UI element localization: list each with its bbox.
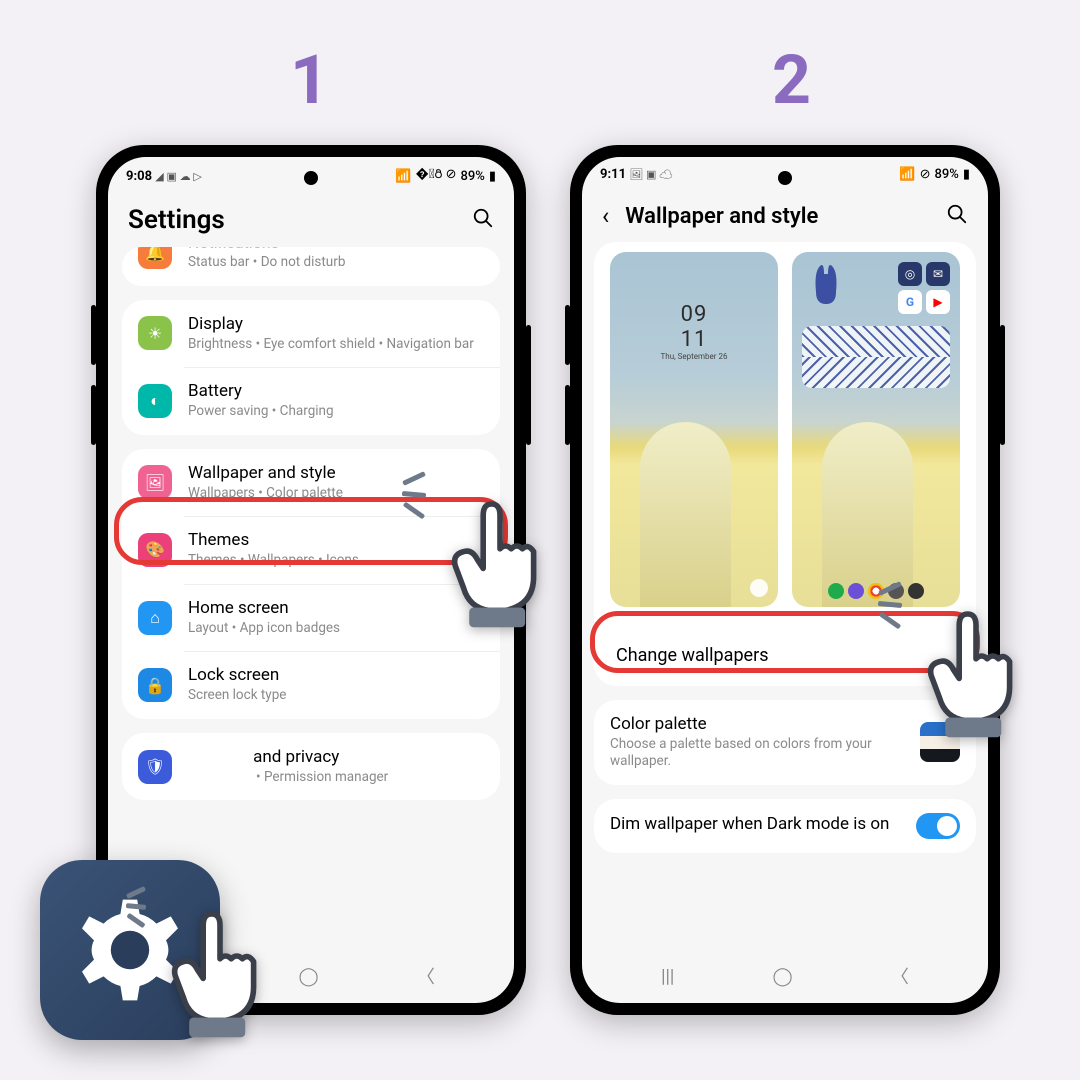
battery-icon: ▮ — [489, 169, 496, 184]
camera-notch — [304, 171, 318, 185]
preview-dock — [792, 583, 960, 599]
status-nodata-icon: ⊘ — [920, 167, 931, 182]
settings-header: Settings — [108, 189, 514, 247]
bell-icon: 🔔 — [138, 247, 172, 269]
home-icon: ⌂ — [138, 601, 172, 635]
brush-icon: 🎨 — [138, 533, 172, 567]
bunny-icon — [806, 262, 846, 306]
preview-clock: 09 11 — [610, 302, 778, 352]
camera-shortcut-icon — [750, 579, 768, 597]
lock-icon: 🔒 — [138, 668, 172, 702]
status-time: 9:08 — [126, 169, 152, 184]
page-title: Wallpaper and style — [625, 204, 934, 229]
search-icon — [472, 207, 494, 229]
item-sub: Choose a palette based on colors from yo… — [610, 736, 904, 771]
status-left-icons: ◢ ▣ ☁ ▷ — [155, 170, 202, 183]
item-title: Wallpaper and style — [188, 463, 484, 483]
step-number-2: 2 — [772, 40, 811, 120]
settings-item-battery[interactable]: ◐ Battery Power saving • Charging — [122, 367, 500, 435]
status-battery: 89% — [460, 169, 484, 184]
item-sub: Biometrics • Permission manager — [188, 769, 484, 787]
battery-icon: ▮ — [963, 167, 970, 182]
status-wifi-icon: 📶 — [899, 167, 915, 182]
tap-pointer-1 — [430, 490, 570, 634]
item-title: Change wallpapers — [616, 645, 954, 666]
dim-toggle-on[interactable] — [916, 813, 960, 839]
status-time: 9:11 — [600, 167, 626, 182]
item-sub: Brightness • Eye comfort shield • Naviga… — [188, 336, 484, 354]
search-button[interactable] — [946, 203, 968, 229]
sun-icon: ☀ — [138, 316, 172, 350]
item-title: Battery — [188, 381, 484, 401]
battery-circle-icon: ◐ — [138, 384, 172, 418]
back-button[interactable]: ‹ — [602, 202, 613, 230]
dim-wallpaper-row[interactable]: Dim wallpaper when Dark mode is on — [594, 799, 976, 853]
status-battery: 89% — [934, 167, 958, 182]
picture-icon: 🖼 — [138, 465, 172, 499]
step-number-1: 1 — [290, 40, 329, 120]
status-nodata-icon: �ారి ⊘ — [416, 167, 457, 185]
item-title: Color palette — [610, 714, 904, 734]
tap-pointer-2 — [906, 600, 1046, 744]
settings-item-security[interactable]: 🛡 Security and privacy Biometrics • Permi… — [122, 733, 500, 801]
nav-back[interactable]: 〈 — [417, 963, 435, 989]
pointing-hand-icon — [430, 490, 570, 630]
item-sub: Status bar • Do not disturb — [188, 254, 484, 272]
pointing-hand-icon — [906, 600, 1046, 740]
settings-item-notifications[interactable]: 🔔 NotificationsStatus bar • Do not distu… — [122, 247, 500, 286]
pointing-hand-icon — [150, 900, 290, 1040]
item-sub: Power saving • Charging — [188, 403, 484, 421]
camera-notch — [778, 171, 792, 185]
nav-home[interactable]: ◯ — [299, 966, 319, 987]
nav-back[interactable]: 〈 — [891, 963, 909, 989]
status-left-icons: 🖼 ▣ ☁ — [629, 168, 673, 181]
homescreen-preview[interactable]: ◎✉G▶ — [792, 252, 960, 607]
page-title: Settings — [128, 205, 460, 235]
item-title: Security and privacy — [188, 747, 484, 767]
android-nav-bar: ||| ◯ 〈 — [582, 949, 988, 1003]
phone-mockup-2: 9:11 🖼 ▣ ☁ 📶⊘89%▮ ‹ Wallpaper and style … — [570, 145, 1000, 1015]
search-icon — [946, 203, 968, 225]
nav-home[interactable]: ◯ — [773, 966, 793, 987]
item-title: Dim wallpaper when Dark mode is on — [610, 813, 900, 836]
nav-recent[interactable]: ||| — [661, 966, 674, 987]
shield-icon: 🛡 — [138, 750, 172, 784]
settings-item-display[interactable]: ☀ Display Brightness • Eye comfort shield… — [122, 300, 500, 368]
item-title: Display — [188, 314, 484, 334]
settings-item-lock[interactable]: 🔒 Lock screen Screen lock type — [122, 651, 500, 719]
item-sub: Screen lock type — [188, 687, 484, 705]
wallpaper-header: ‹ Wallpaper and style — [582, 186, 988, 242]
preview-widget — [802, 326, 950, 388]
preview-date: Thu, September 26 — [610, 352, 778, 361]
search-button[interactable] — [472, 207, 494, 233]
tap-pointer-app — [150, 900, 290, 1044]
preview-app-icons: ◎✉G▶ — [898, 262, 950, 314]
lockscreen-preview[interactable]: 09 11Thu, September 26 — [610, 252, 778, 607]
status-wifi-icon: 📶 — [395, 169, 411, 184]
item-title: Lock screen — [188, 665, 484, 685]
